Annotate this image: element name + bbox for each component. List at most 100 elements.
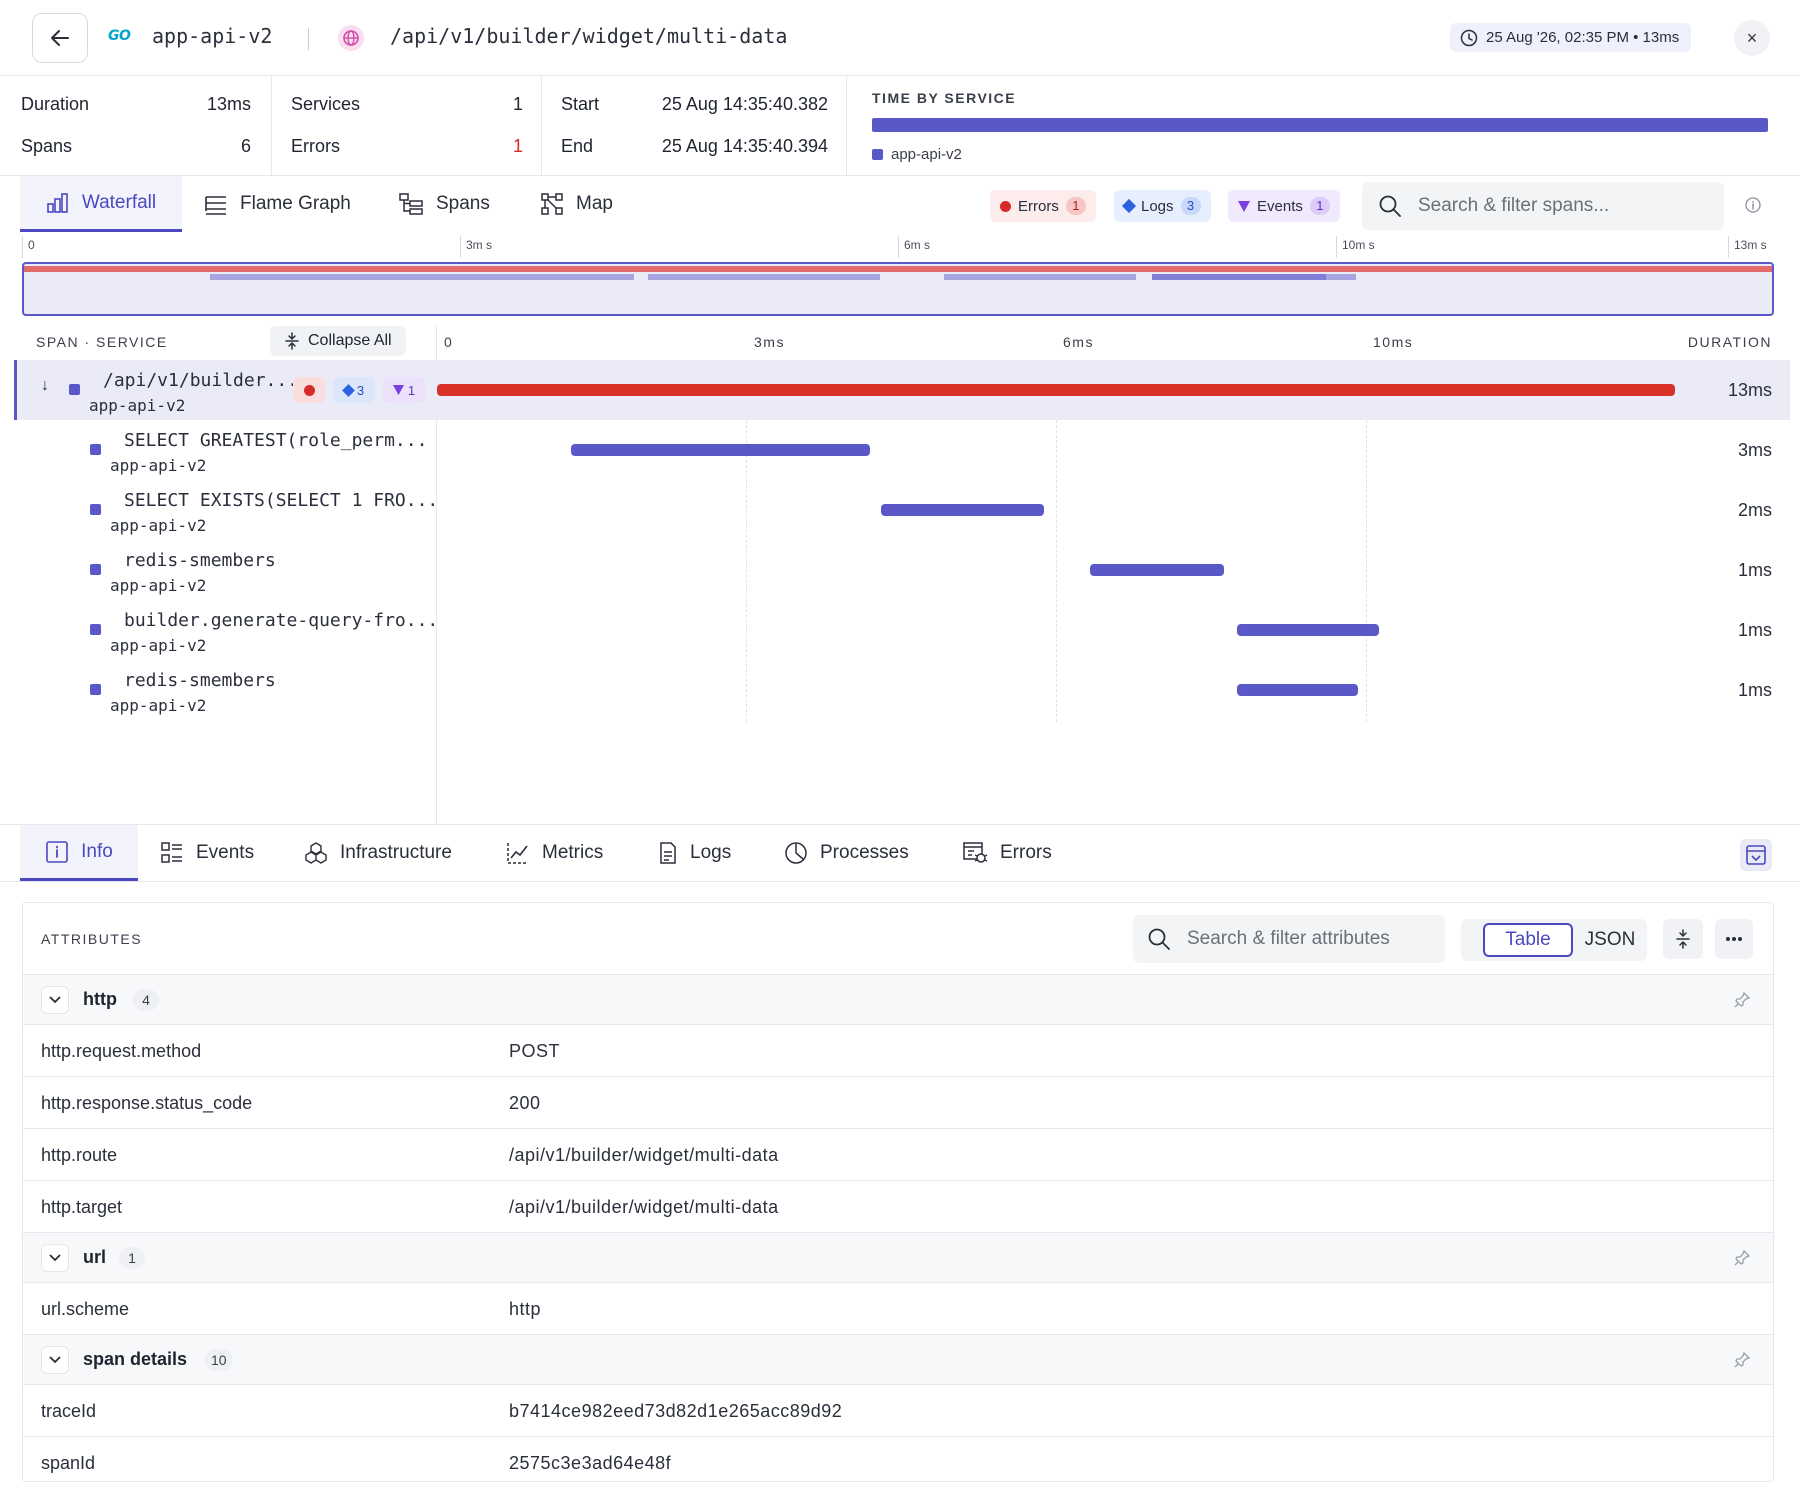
- ruler-tick: 3m s: [466, 238, 493, 252]
- duration-value: 13ms: [206, 94, 251, 114]
- tab-waterfall[interactable]: Waterfall: [20, 176, 182, 232]
- span-duration: 2ms: [1737, 500, 1772, 520]
- tab-events[interactable]: Events: [160, 825, 254, 881]
- span-duration: 1ms: [1737, 620, 1772, 640]
- attribute-row[interactable]: http.request.method POST: [23, 1025, 1773, 1077]
- service-color-swatch: [69, 384, 80, 395]
- ruler-tick: 6m s: [904, 238, 931, 252]
- view-table-button[interactable]: Table: [1483, 923, 1573, 957]
- ruler-line: [1728, 236, 1729, 258]
- logs-badge: 3: [333, 377, 375, 403]
- trace-summary: Duration 13ms Spans 6 Services 1 Errors …: [0, 76, 1800, 176]
- span-row[interactable]: SELECT GREATEST(role_perm... app-api-v2 …: [0, 420, 1790, 480]
- chevron-down-icon[interactable]: [41, 986, 69, 1014]
- map-icon: [541, 193, 563, 215]
- events-count: 1: [407, 382, 416, 398]
- collapse-all-label: Collapse All: [308, 332, 392, 349]
- span-row[interactable]: redis-smembers app-api-v2 1ms: [0, 540, 1790, 600]
- tab-logs[interactable]: Logs: [658, 825, 731, 881]
- close-button[interactable]: ×: [1734, 20, 1770, 56]
- tab-info[interactable]: Info: [20, 825, 138, 881]
- chip-label: Logs: [1141, 197, 1174, 215]
- span-service: app-api-v2: [110, 516, 207, 535]
- errors-label: Errors: [291, 136, 340, 156]
- tab-label: Waterfall: [81, 191, 157, 213]
- header-divider: [308, 28, 309, 50]
- service-color-swatch: [90, 504, 101, 515]
- chip-label: Events: [1257, 197, 1303, 215]
- summary-services-col: Services 1 Errors 1: [272, 76, 542, 176]
- tab-map[interactable]: Map: [540, 176, 613, 232]
- span-bar[interactable]: [880, 504, 1044, 516]
- attribute-group-span-details[interactable]: span details 10: [23, 1335, 1773, 1385]
- timestamp-pill: 25 Aug '26, 02:35 PM • 13ms: [1450, 23, 1692, 52]
- span-bar[interactable]: [1236, 624, 1379, 636]
- panel-collapse-icon: [1746, 845, 1766, 865]
- attribute-row[interactable]: url.scheme http: [23, 1283, 1773, 1335]
- span-name: /api/v1/builder...: [103, 370, 299, 391]
- span-duration: 1ms: [1737, 680, 1772, 700]
- span-bar[interactable]: [571, 444, 871, 456]
- filter-events-chip[interactable]: Events 1: [1228, 190, 1340, 222]
- services-label: Services: [291, 94, 361, 114]
- globe-icon: [338, 25, 364, 51]
- filter-errors-chip[interactable]: Errors 1: [990, 190, 1096, 222]
- collapse-icon: [1676, 929, 1690, 949]
- pin-icon[interactable]: [1733, 1351, 1751, 1369]
- attribute-group-url[interactable]: url 1: [23, 1233, 1773, 1283]
- more-options-button[interactable]: [1715, 919, 1753, 959]
- span-bar-root[interactable]: [437, 384, 1675, 396]
- time-by-service-bar[interactable]: [872, 118, 1768, 132]
- collapse-arrow-icon[interactable]: ↓: [41, 377, 49, 395]
- timeline-tick: 0: [444, 334, 454, 350]
- attribute-row[interactable]: spanId 2575c3e3ad64e48f: [23, 1437, 1773, 1481]
- timeline-tick: 6ms: [1063, 334, 1094, 350]
- tab-spans[interactable]: Spans: [398, 176, 490, 232]
- view-json-label: JSON: [1584, 929, 1636, 950]
- ruler-tick: 10m s: [1342, 238, 1375, 252]
- service-color-swatch: [90, 444, 101, 455]
- filter-logs-chip[interactable]: Logs 3: [1114, 190, 1211, 222]
- collapse-all-button[interactable]: Collapse All: [270, 326, 406, 356]
- tab-errors[interactable]: Errors: [962, 825, 1052, 881]
- panel-toggle-button[interactable]: [1740, 839, 1772, 871]
- span-service: app-api-v2: [89, 396, 186, 415]
- span-search-input[interactable]: Search & filter spans...: [1362, 182, 1724, 230]
- attribute-row[interactable]: traceId b7414ce982eed73d82d1e265acc89d92: [23, 1385, 1773, 1437]
- span-bar[interactable]: [1236, 684, 1359, 696]
- group-name: url: [83, 1247, 107, 1267]
- chip-count: 1: [1309, 197, 1330, 215]
- tab-infrastructure[interactable]: Infrastructure: [304, 825, 452, 881]
- info-circle-icon[interactable]: [1744, 196, 1762, 214]
- chevron-down-icon[interactable]: [41, 1244, 69, 1272]
- view-json-button[interactable]: JSON: [1573, 923, 1647, 957]
- group-name: http: [83, 989, 117, 1009]
- error-badge: [293, 377, 325, 403]
- minimap-ruler: 0 3m s 6m s 10m s 13m s: [22, 236, 1774, 258]
- span-row[interactable]: builder.generate-query-fro... app-api-v2…: [0, 600, 1790, 660]
- time-by-service-title: TIME BY SERVICE: [872, 90, 1017, 106]
- span-row[interactable]: redis-smembers app-api-v2 1ms: [0, 660, 1790, 720]
- pin-icon[interactable]: [1733, 1249, 1751, 1267]
- attribute-value: 200: [509, 1093, 541, 1113]
- search-placeholder: Search & filter attributes: [1187, 928, 1390, 949]
- pin-icon[interactable]: [1733, 991, 1751, 1009]
- timeline-tick: 10ms: [1373, 334, 1414, 350]
- span-bar[interactable]: [1090, 564, 1225, 576]
- expand-collapse-button[interactable]: [1663, 919, 1703, 959]
- tab-processes[interactable]: Processes: [784, 825, 909, 881]
- ruler-tick: 13m s: [1734, 238, 1767, 252]
- tab-metrics[interactable]: Metrics: [506, 825, 603, 881]
- chevron-down-icon[interactable]: [41, 1346, 69, 1374]
- ruler-line: [22, 236, 23, 258]
- trace-minimap[interactable]: [22, 262, 1774, 316]
- attribute-row[interactable]: http.route/api/v1/builder/widget/multi-d…: [23, 1129, 1773, 1181]
- attribute-group-http[interactable]: http 4: [23, 975, 1773, 1025]
- back-button[interactable]: [32, 13, 88, 63]
- spans-tree-icon: [399, 193, 423, 215]
- attribute-row[interactable]: http.response.status_code 200: [23, 1077, 1773, 1129]
- attribute-search-input[interactable]: Search & filter attributes: [1133, 915, 1445, 963]
- tab-flame-graph[interactable]: Flame Graph: [204, 176, 351, 232]
- attribute-row[interactable]: http.target/api/v1/builder/widget/multi-…: [23, 1181, 1773, 1233]
- span-service: app-api-v2: [110, 576, 207, 595]
